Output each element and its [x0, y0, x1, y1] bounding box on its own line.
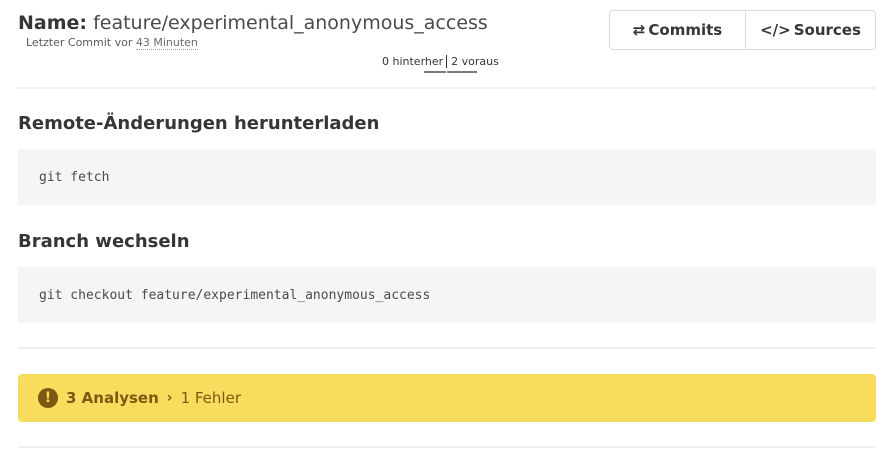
last-commit-time: 43 Minuten	[135, 36, 198, 50]
header-divider	[18, 87, 876, 89]
sources-button[interactable]: </> Sources	[746, 10, 876, 50]
content-divider	[18, 347, 876, 349]
ahead-text: 2 voraus	[451, 55, 499, 68]
analyses-notification[interactable]: ! 3 Analysen › 1 Fehler	[18, 374, 876, 422]
ahead-bar	[447, 71, 478, 73]
sources-label: Sources	[793, 21, 861, 39]
exchange-icon: ⇄	[632, 21, 646, 39]
branch-actions: ⇄ Commits </> Sources	[609, 10, 876, 50]
name-label: Name:	[18, 12, 88, 34]
last-commit-info: Letzter Commit vor 43 Minuten	[26, 36, 198, 50]
last-commit-prefix: Letzter Commit vor	[26, 36, 133, 49]
code-icon: </>	[760, 21, 791, 39]
behind-text: 0 hinterher	[382, 55, 444, 68]
analyses-count: 3 Analysen	[66, 389, 159, 407]
checkout-command: git checkout feature/experimental_anonym…	[39, 287, 431, 303]
errors-count: 1 Fehler	[180, 389, 241, 407]
branch-title: Name: feature/experimental_anonymous_acc…	[18, 10, 488, 36]
fetch-command: git fetch	[39, 169, 110, 185]
branch-header: Name: feature/experimental_anonymous_acc…	[18, 10, 876, 80]
fetch-command-block[interactable]: git fetch	[18, 149, 876, 205]
ahead-count: 2 voraus	[446, 55, 499, 73]
checkout-command-block[interactable]: git checkout feature/experimental_anonym…	[18, 267, 876, 323]
commits-button[interactable]: ⇄ Commits	[609, 10, 746, 50]
branch-page: Name: feature/experimental_anonymous_acc…	[0, 0, 888, 461]
commits-label: Commits	[648, 21, 723, 39]
ahead-behind-indicator: 0 hinterher 2 voraus	[382, 55, 499, 73]
exclamation-circle-icon: !	[38, 388, 58, 408]
bottom-divider	[18, 446, 876, 448]
fetch-section-title: Remote-Änderungen herunterladen	[18, 113, 380, 134]
branch-name: feature/experimental_anonymous_access	[93, 12, 488, 34]
behind-count: 0 hinterher	[382, 55, 447, 73]
checkout-section-title: Branch wechseln	[18, 231, 190, 252]
behind-bar	[424, 71, 447, 73]
chevron-right-icon: ›	[166, 390, 173, 406]
